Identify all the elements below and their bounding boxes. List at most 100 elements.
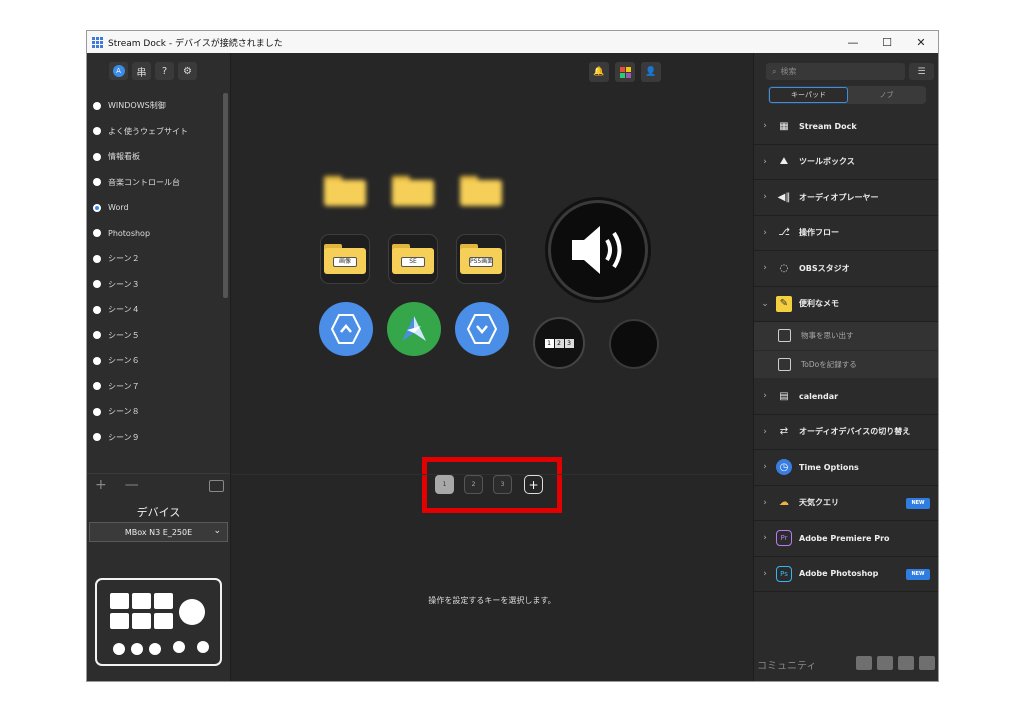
settings-button[interactable]: ⚙ xyxy=(178,62,197,80)
category-item[interactable]: › Ps Adobe Photoshop NEW xyxy=(754,557,938,592)
profile-manage-icon[interactable] xyxy=(209,480,224,492)
close-button[interactable]: ✕ xyxy=(904,31,938,53)
toolbox-icon: ⛰ xyxy=(779,156,789,168)
plugins-icon[interactable] xyxy=(615,62,635,82)
page-button-1[interactable]: 1 xyxy=(435,475,454,494)
device-select[interactable]: MBox N3 E_250E ⌄ xyxy=(89,522,228,542)
profile-item[interactable]: シーン６ xyxy=(87,348,225,374)
profile-item[interactable]: シーン５ xyxy=(87,323,225,349)
category-item[interactable]: › ◀‖ オーディオプレーヤー xyxy=(754,180,938,216)
category-item[interactable]: › ▤ calendar xyxy=(754,379,938,415)
chevron-right-icon: › xyxy=(763,263,767,274)
list-menu-icon[interactable]: ☰ xyxy=(909,63,934,80)
category-label: Adobe Photoshop xyxy=(799,569,879,579)
new-badge: NEW xyxy=(906,497,930,509)
profile-item[interactable]: シーン９ xyxy=(87,425,225,451)
category-item[interactable]: › ⛰ ツールボックス xyxy=(754,145,938,180)
profile-item[interactable]: シーン７ xyxy=(87,374,225,400)
category-item[interactable]: › ☁ 天気クエリ NEW xyxy=(754,486,938,521)
category-item[interactable]: › ◷ Time Options xyxy=(754,450,938,486)
search-placeholder: 検索 xyxy=(780,67,797,76)
photoshop-icon: Ps xyxy=(776,565,792,582)
page-down-key[interactable] xyxy=(455,302,509,356)
remove-profile-button[interactable]: — xyxy=(125,477,139,493)
device-key xyxy=(110,593,129,609)
folder-key-ps5[interactable]: PS5画面 xyxy=(456,234,506,284)
maximize-button[interactable]: ☐ xyxy=(870,31,904,53)
profile-item[interactable]: シーン４ xyxy=(87,297,225,323)
minimize-button[interactable]: — xyxy=(836,31,870,53)
category-label: 天気クエリ xyxy=(799,498,839,508)
profile-item[interactable]: Photoshop xyxy=(87,221,225,247)
chat-icon[interactable] xyxy=(898,656,914,670)
profile-label: Photoshop xyxy=(108,228,151,238)
radio-icon xyxy=(93,127,101,136)
checklist-icon xyxy=(778,357,791,371)
folder-key-images[interactable]: 画像 xyxy=(320,234,370,284)
folder-key-blurred[interactable] xyxy=(320,166,370,216)
radio-icon xyxy=(93,178,101,187)
profile-item[interactable]: Word xyxy=(87,195,225,221)
help-icon: ? xyxy=(161,65,168,77)
page-knob[interactable]: 1 2 3 xyxy=(533,317,585,369)
app-logo-key[interactable] xyxy=(387,302,441,356)
memo-action-item[interactable]: ToDoを記録する xyxy=(754,350,938,379)
page-selector-highlight: 1 2 3 + xyxy=(422,457,562,513)
category-item[interactable]: › ⎇ 操作フロー xyxy=(754,216,938,251)
empty-knob[interactable] xyxy=(609,319,659,369)
category-item[interactable]: › ▦ Stream Dock xyxy=(754,109,938,145)
page-button-3[interactable]: 3 xyxy=(493,475,512,494)
profile-item[interactable]: 情報看板 xyxy=(87,144,225,170)
profile-item[interactable]: WINDOWS制御 xyxy=(87,93,225,119)
tab-keypad[interactable]: キーパッド xyxy=(769,87,848,103)
category-item[interactable]: › ◌ OBSスタジオ xyxy=(754,251,938,287)
mail-icon[interactable] xyxy=(919,656,935,670)
category-item[interactable]: › Pr Adobe Premiere Pro xyxy=(754,521,938,557)
chevron-down-icon xyxy=(466,314,498,344)
help-button[interactable]: ? xyxy=(155,62,174,80)
device-preview xyxy=(95,578,222,666)
plugin-store-button[interactable]: 串 xyxy=(132,62,151,80)
radio-icon xyxy=(93,229,101,238)
search-input[interactable]: ⌕ 検索 xyxy=(766,63,905,80)
volume-knob[interactable] xyxy=(548,200,648,300)
search-icon: ⌕ xyxy=(772,66,777,76)
profile-store-button[interactable]: A xyxy=(109,62,128,80)
folder-key-blurred[interactable] xyxy=(388,166,438,216)
speaker-icon xyxy=(572,226,622,274)
user-icon[interactable]: 👤 xyxy=(641,62,661,82)
profile-item[interactable]: シーン２ xyxy=(87,246,225,272)
device-key xyxy=(132,593,151,609)
profile-item[interactable]: シーン３ xyxy=(87,272,225,298)
folder-key-blurred[interactable] xyxy=(456,166,506,216)
discord-icon[interactable] xyxy=(856,656,872,670)
memo-action-item[interactable]: 物事を思い出す xyxy=(754,322,938,351)
category-label: Time Options xyxy=(799,462,859,472)
profile-item[interactable]: よく使うウェブサイト xyxy=(87,119,225,145)
memo-action-label: 物事を思い出す xyxy=(801,331,854,341)
facebook-icon[interactable] xyxy=(877,656,893,670)
category-item[interactable]: ⌄ ✎ 便利なメモ xyxy=(754,287,938,322)
category-item[interactable]: › ⇄ オーディオデバイスの切り替え xyxy=(754,415,938,450)
device-button xyxy=(113,643,125,655)
folder-key-se[interactable]: SE xyxy=(388,234,438,284)
category-label: オーディオデバイスの切り替え xyxy=(799,427,911,437)
page-up-key[interactable] xyxy=(319,302,373,356)
calendar-icon: ▤ xyxy=(779,390,789,402)
device-title: デバイス xyxy=(136,506,181,519)
add-profile-button[interactable]: + xyxy=(95,477,107,493)
profile-label: 情報看板 xyxy=(108,152,140,162)
profile-item[interactable]: シーン８ xyxy=(87,399,225,425)
tab-knob[interactable]: ノブ xyxy=(848,87,925,103)
action-tabs: キーパッド ノブ xyxy=(768,86,926,104)
flow-icon: ⎇ xyxy=(778,227,790,239)
obs-icon: ◌ xyxy=(779,262,789,274)
radio-icon xyxy=(93,407,101,416)
profile-scrollbar[interactable] xyxy=(223,93,228,298)
profile-item[interactable]: 音楽コントロール台 xyxy=(87,170,225,196)
divider xyxy=(87,473,230,474)
bell-icon[interactable]: 🔔 xyxy=(589,62,609,82)
add-page-button[interactable]: + xyxy=(524,475,543,494)
page-button-2[interactable]: 2 xyxy=(464,475,483,494)
category-label: 便利なメモ xyxy=(799,299,839,309)
